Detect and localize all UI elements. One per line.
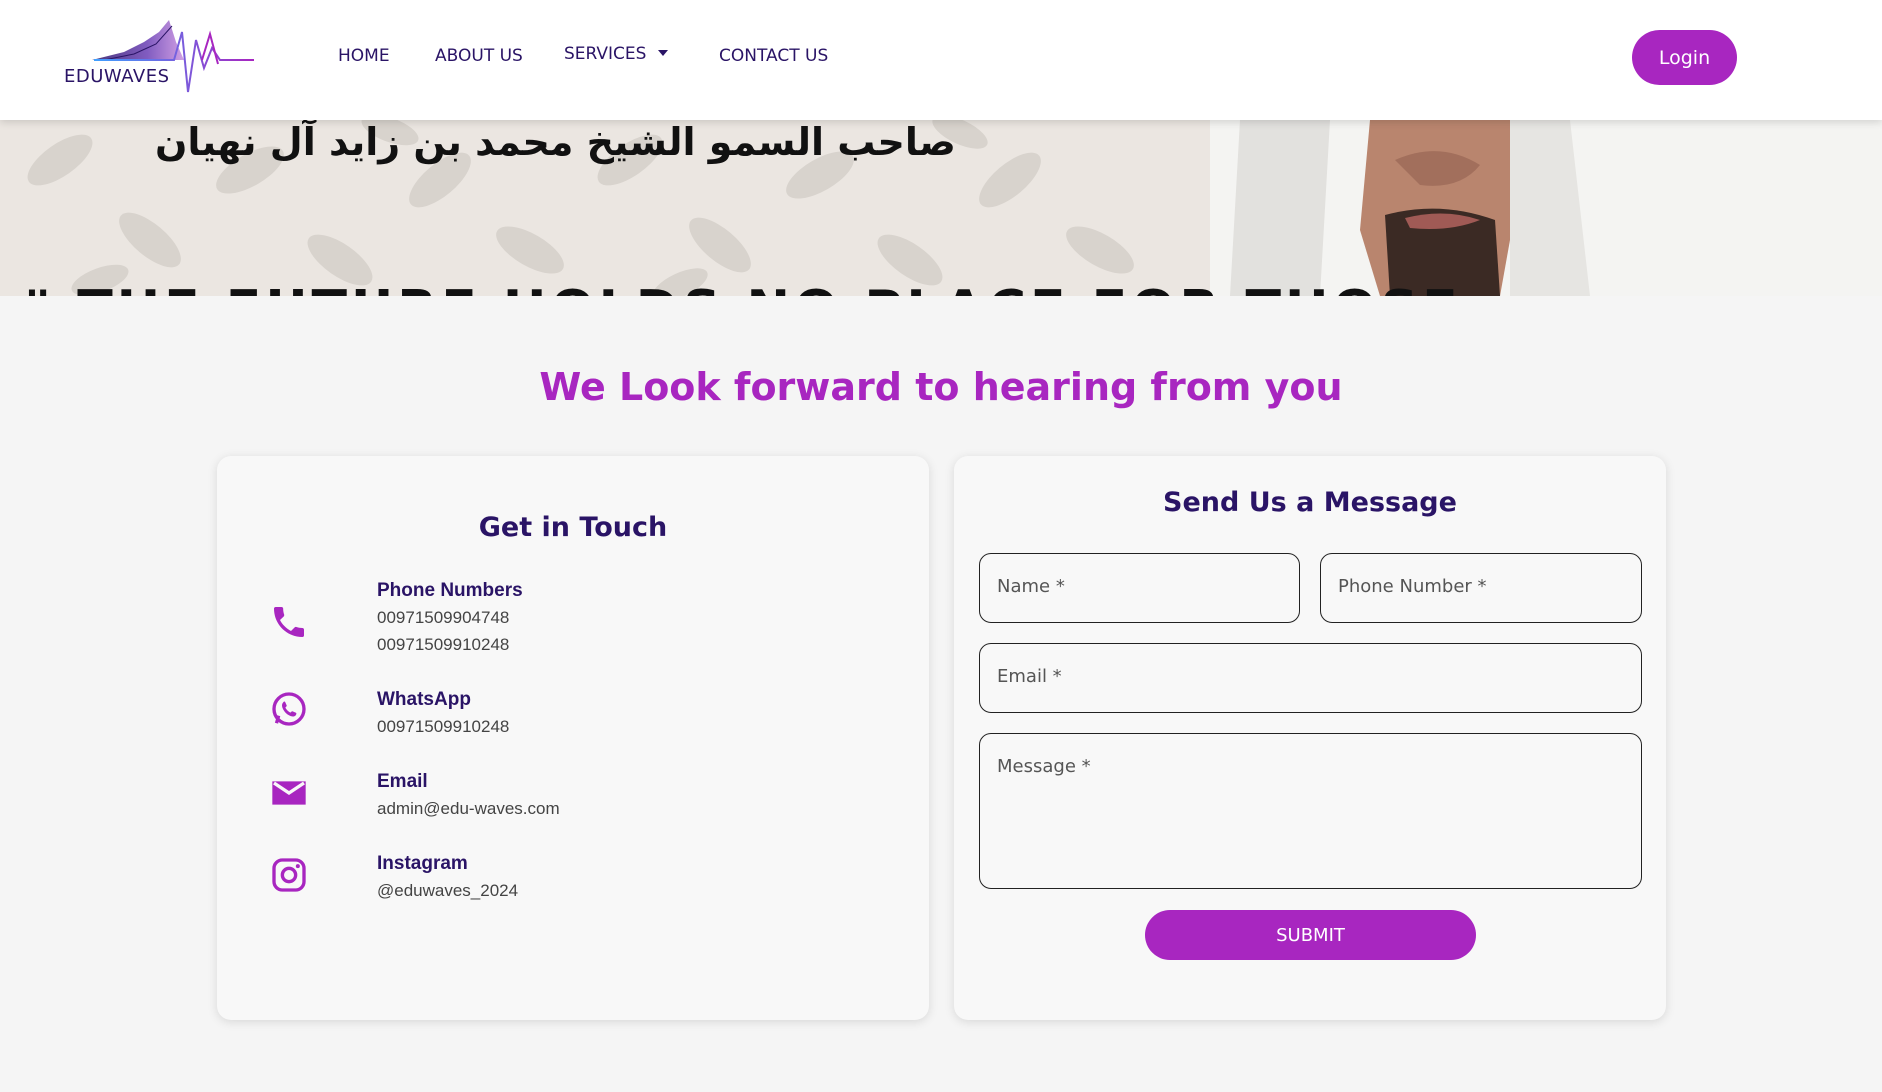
phone-number-field[interactable]: Phone Number *: [1320, 553, 1642, 623]
page-heading: We Look forward to hearing from you: [539, 365, 1343, 409]
whatsapp-icon: [272, 692, 306, 726]
name-field[interactable]: Name *: [979, 553, 1300, 623]
nav-about-us[interactable]: ABOUT US: [435, 46, 523, 66]
email-field-label: Email *: [997, 666, 1062, 687]
phone-numbers-label: Phone Numbers: [377, 580, 523, 601]
site-header: EDUWAVES HOME ABOUT US SERVICES CONTACT …: [0, 0, 1882, 120]
phone-icon: [274, 607, 304, 637]
logo-text: EDUWAVES: [64, 66, 170, 87]
login-button[interactable]: Login: [1632, 30, 1737, 85]
message-field-label: Message *: [997, 756, 1091, 777]
message-form-card: Send Us a Message Name * Phone Number * …: [954, 456, 1666, 1020]
chevron-down-icon: [658, 50, 669, 56]
instagram-label: Instagram: [377, 853, 468, 874]
message-field[interactable]: Message *: [979, 733, 1642, 889]
portrait-photo: [1210, 120, 1882, 296]
phone-number-1[interactable]: 00971509904748: [377, 608, 509, 628]
banner-quote: " THE FUTURE HOLDS NO PLACE FOR THOSE: [24, 280, 1462, 296]
email-label: Email: [377, 771, 428, 792]
submit-button[interactable]: SUBMIT: [1145, 910, 1476, 960]
eduwaves-logo[interactable]: EDUWAVES: [64, 12, 254, 98]
whatsapp-number[interactable]: 00971509910248: [377, 717, 509, 737]
email-icon: [272, 781, 306, 805]
instagram-icon: [272, 858, 306, 892]
email-address[interactable]: admin@edu-waves.com: [377, 799, 560, 819]
instagram-handle[interactable]: @eduwaves_2024: [377, 881, 518, 901]
nav-home[interactable]: HOME: [338, 46, 390, 66]
phone-number-2[interactable]: 00971509910248: [377, 635, 509, 655]
contact-title: Get in Touch: [478, 512, 668, 543]
form-title: Send Us a Message: [1163, 487, 1457, 518]
name-field-label: Name *: [997, 576, 1065, 597]
nav-contact-us[interactable]: CONTACT US: [719, 46, 828, 66]
whatsapp-label: WhatsApp: [377, 689, 471, 710]
nav-services[interactable]: SERVICES: [564, 44, 669, 64]
phone-field-label: Phone Number *: [1338, 576, 1487, 597]
arabic-name-caption: صاحب السمو الشيخ محمد بن زايد آل نهيان: [155, 120, 956, 164]
nav-services-label: SERVICES: [564, 44, 647, 64]
email-field[interactable]: Email *: [979, 643, 1642, 713]
hero-banner: صاحب السمو الشيخ محمد بن زايد آل نهيان "…: [0, 120, 1882, 296]
contact-info-card: Get in Touch Phone Numbers 0097150990474…: [217, 456, 929, 1020]
